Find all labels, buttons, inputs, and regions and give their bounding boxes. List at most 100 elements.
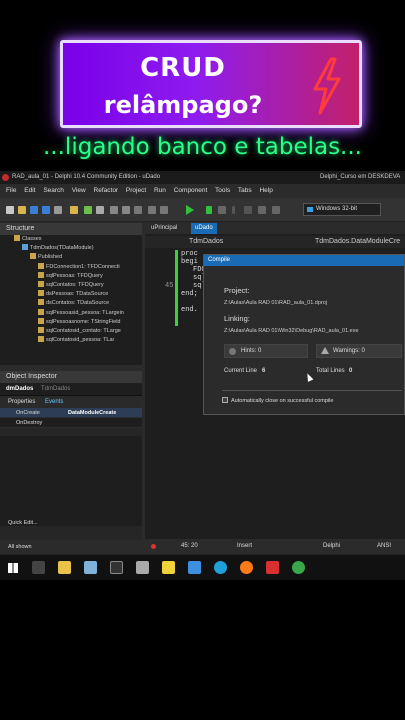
delphi-taskbar-icon[interactable] — [266, 561, 279, 574]
folder-icon — [14, 235, 20, 241]
total-lines-value: 0 — [349, 368, 353, 374]
open-project-icon[interactable] — [70, 206, 78, 214]
tree-item[interactable]: FDConnection1: TFDConnecti — [0, 262, 142, 272]
hs-app-icon[interactable] — [292, 561, 305, 574]
tree-item[interactable]: sqlContatosid_contato: TLarge — [0, 326, 142, 336]
save-icon[interactable] — [30, 206, 38, 214]
word-icon[interactable] — [188, 561, 201, 574]
menu-tools[interactable]: Tools — [215, 187, 230, 194]
field-icon — [38, 317, 44, 324]
menu-tabs[interactable]: Tabs — [238, 187, 252, 194]
structure-title: Structure — [0, 223, 142, 235]
title-banner: CRUD relâmpago? — [60, 40, 362, 128]
menu-refactor[interactable]: Refactor — [94, 187, 119, 194]
tree-item[interactable]: TdmDados(TDataModule) — [0, 244, 142, 253]
menu-file[interactable]: File — [6, 187, 16, 194]
view-unit-icon[interactable] — [148, 206, 156, 214]
step-icon[interactable] — [218, 206, 226, 214]
component-icon — [38, 262, 44, 269]
tree-item[interactable]: sqlContatos: TFDQuery — [0, 280, 142, 290]
window-title-right: Delphi_Curso em DESKDEVA — [320, 174, 401, 180]
pause-icon[interactable] — [232, 206, 235, 214]
run-icon[interactable] — [186, 205, 194, 215]
inspector-empty-area — [0, 436, 142, 526]
tab-uprincipal[interactable]: uPrincipal — [147, 223, 181, 234]
inspector-tabs: Properties Events — [0, 396, 142, 408]
target-platform-select[interactable]: Windows 32-bit — [303, 203, 381, 216]
remove-file-icon[interactable] — [96, 206, 104, 214]
dialog-title: Compile — [204, 255, 404, 266]
tree-item[interactable]: sqlContatosid_pessoa: TLar — [0, 336, 142, 345]
object-inspector-panel: Object Inspector dmDados TdmDados Proper… — [0, 371, 142, 554]
add-file-icon[interactable] — [84, 206, 92, 214]
menu-search[interactable]: Search — [43, 187, 64, 194]
tree-item[interactable]: dsContatos: TDataSource — [0, 299, 142, 308]
code-view-tab[interactable]: Delphi — [323, 539, 340, 554]
tree-item[interactable]: sqlPessoasid_pessoa: TLargein — [0, 308, 142, 318]
delphi-app-icon — [2, 174, 9, 181]
toggle-icon[interactable] — [134, 206, 142, 214]
menu-help[interactable]: Help — [259, 187, 272, 194]
event-name: OnCreate — [16, 410, 40, 416]
tab-events[interactable]: Events — [45, 399, 63, 405]
tree-item[interactable]: Classes — [0, 235, 142, 244]
tree-item[interactable]: dsPessoas: TDataSource — [0, 290, 142, 299]
menu-view[interactable]: View — [72, 187, 86, 194]
task-view-icon[interactable] — [32, 561, 45, 574]
editor-tabs: uPrincipal uDado — [145, 223, 405, 234]
event-name: OnDestroy — [16, 420, 43, 426]
trace-into-icon[interactable] — [258, 206, 266, 214]
menu-edit[interactable]: Edit — [24, 187, 35, 194]
tree-item[interactable]: sqlPessoas: TFDQuery — [0, 271, 142, 281]
tree-item[interactable]: sqlPessoasnome: TStringField — [0, 317, 142, 327]
component-icon — [38, 271, 44, 278]
object-inspector-title: Object Inspector — [0, 371, 142, 383]
event-row-ondestroy[interactable]: OnDestroy — [0, 418, 142, 428]
tab-udado[interactable]: uDado — [191, 223, 217, 234]
warnings-box: Warnings: 0 — [316, 344, 402, 358]
tab-properties[interactable]: Properties — [8, 399, 35, 405]
structure-panel: Structure Classes TdmDados(TDataModule) … — [0, 223, 142, 365]
menu-project[interactable]: Project — [126, 187, 146, 194]
firefox-icon[interactable] — [240, 561, 253, 574]
current-line-value: 6 — [262, 368, 266, 374]
divider — [222, 390, 402, 391]
calculator-icon[interactable] — [136, 561, 149, 574]
class-selector[interactable]: TdmDados — [189, 236, 223, 248]
edge-browser-icon[interactable] — [214, 561, 227, 574]
code-line: begi — [181, 258, 198, 266]
back-icon[interactable] — [110, 206, 118, 214]
method-selector[interactable]: TdmDados.DataModuleCre — [315, 236, 400, 248]
auto-close-checkbox[interactable]: Automatically close on successful compil… — [222, 397, 333, 404]
new-file-icon[interactable] — [6, 206, 14, 214]
object-selector[interactable]: dmDados TdmDados — [0, 383, 142, 396]
auto-close-label: Automatically close on successful compil… — [231, 398, 334, 404]
event-handler[interactable]: DataModuleCreate — [68, 408, 116, 418]
quick-edit-link[interactable]: Quick Edit... — [0, 517, 142, 529]
close-file-icon[interactable] — [54, 206, 62, 214]
event-row-oncreate[interactable]: OnCreate DataModuleCreate — [0, 408, 142, 418]
tree-item[interactable]: Published — [0, 253, 142, 262]
window-title: RAD_aula_01 - Delphi 10.4 Community Edit… — [12, 174, 161, 180]
app-icon[interactable] — [84, 561, 97, 574]
structure-tree: Classes TdmDados(TDataModule) Published … — [0, 235, 142, 365]
view-form-icon[interactable] — [160, 206, 168, 214]
file-explorer-icon[interactable] — [58, 561, 71, 574]
checkbox-icon — [222, 397, 228, 403]
component-icon — [38, 290, 44, 297]
windows-taskbar — [0, 554, 405, 580]
windows-start-icon[interactable] — [8, 563, 18, 573]
terminal-icon[interactable] — [110, 561, 123, 574]
breakpoint-icon — [151, 544, 156, 549]
menu-run[interactable]: Run — [154, 187, 166, 194]
menu-component[interactable]: Component — [174, 187, 208, 194]
stop-icon[interactable] — [244, 206, 252, 214]
step-over-icon[interactable] — [272, 206, 280, 214]
field-icon — [38, 308, 44, 315]
sticky-notes-icon[interactable] — [162, 561, 175, 574]
save-all-icon[interactable] — [42, 206, 50, 214]
open-folder-icon[interactable] — [18, 206, 26, 214]
project-path: Z:\Aulas\Aula RAD 01\RAD_aula_01.dproj — [224, 300, 328, 306]
forward-icon[interactable] — [122, 206, 130, 214]
run-without-debug-icon[interactable] — [206, 206, 212, 214]
